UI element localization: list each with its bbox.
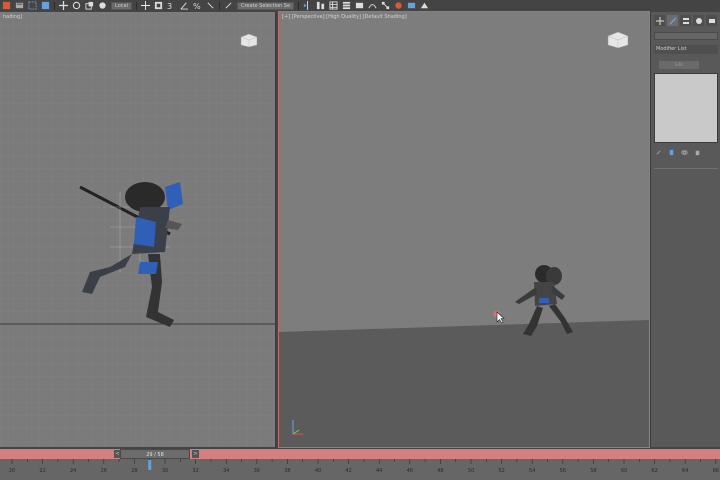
3ds-max-window: Local 3 % Create Selection Se hading] [+… <box>0 0 720 480</box>
modifier-list-dropdown[interactable]: Modifier List <box>654 45 718 54</box>
track-tick-label: 44 <box>376 468 382 474</box>
edit-named-selection-icon[interactable] <box>224 1 233 10</box>
track-tick-label: 48 <box>437 468 443 474</box>
left-viewport[interactable]: hading] <box>0 12 276 447</box>
viewport-scene <box>279 12 649 447</box>
snap-3d-icon[interactable]: 3 <box>167 1 176 10</box>
modifier-stack[interactable] <box>654 73 718 143</box>
edit-button[interactable]: Edit <box>659 61 699 69</box>
track-tick-label: 60 <box>621 468 627 474</box>
percent-snap-icon[interactable]: % <box>193 1 202 10</box>
viewcube-icon[interactable] <box>605 30 631 50</box>
rollout-divider <box>654 168 718 170</box>
perspective-viewport[interactable]: [+] [Perspective] [High Quality] [Defaul… <box>278 11 650 448</box>
viewport-label[interactable]: hading] <box>3 14 22 20</box>
layer-explorer-icon[interactable] <box>342 1 351 10</box>
svg-text:%: % <box>193 1 201 10</box>
time-slider[interactable]: < 29 / 58 > <box>0 449 720 459</box>
schematic-view-icon[interactable] <box>381 1 390 10</box>
time-slider-handle[interactable]: 29 / 58 <box>120 449 190 459</box>
track-bar-ruler: 20 22 24 26 28 30 32 34 36 38 40 42 44 46 48 50 52 54 56 58… <box>9 459 719 474</box>
command-panel-tabs <box>651 15 720 27</box>
angle-snap-icon[interactable] <box>180 1 189 10</box>
toolbar-separator <box>298 1 300 10</box>
track-bar[interactable]: 20 22 24 26 28 30 32 34 36 38 40 42 44 46 48 50 52 54 56 58… <box>0 459 720 480</box>
svg-text:3: 3 <box>167 1 172 10</box>
modify-tab[interactable] <box>667 15 678 26</box>
motion-tab[interactable] <box>693 15 704 26</box>
mirror-icon[interactable] <box>303 1 312 10</box>
current-frame-marker[interactable] <box>148 460 152 470</box>
character-model-side-view <box>79 182 183 327</box>
track-tick-label: 40 <box>315 468 321 474</box>
display-tab[interactable] <box>706 15 717 26</box>
select-manipulate-icon[interactable] <box>154 1 163 10</box>
track-tick-label: 34 <box>223 468 229 474</box>
track-tick-label: 24 <box>70 468 76 474</box>
axis-tripod-icon <box>292 420 303 435</box>
create-tab[interactable] <box>654 15 665 26</box>
window-crossing-icon[interactable] <box>41 1 50 10</box>
material-editor-icon[interactable] <box>394 1 403 10</box>
hierarchy-tab[interactable] <box>680 15 691 26</box>
character-model-perspective <box>515 265 573 336</box>
track-tick-label: 38 <box>284 468 290 474</box>
named-selection-sets-dropdown[interactable]: Create Selection Se <box>236 1 295 10</box>
track-tick-label: 28 <box>131 468 137 474</box>
scene-explorer-icon[interactable] <box>329 1 338 10</box>
track-tick-label: 62 <box>651 468 657 474</box>
toolbar-separator <box>54 1 55 10</box>
move-icon[interactable] <box>59 1 68 10</box>
viewcube-icon[interactable] <box>238 32 260 48</box>
rotate-icon[interactable] <box>72 1 81 10</box>
track-tick-label: 58 <box>590 468 596 474</box>
track-tick-label: 66 <box>713 468 719 474</box>
toolbar-separator <box>135 1 137 10</box>
select-icon[interactable] <box>2 1 11 10</box>
spinner-snap-icon[interactable] <box>206 1 215 10</box>
toolbar-separator <box>218 1 220 10</box>
make-unique-icon[interactable] <box>681 149 688 156</box>
track-tick-label: 42 <box>345 468 351 474</box>
track-tick-label: 56 <box>560 468 566 474</box>
track-tick-label: 36 <box>254 468 260 474</box>
track-tick-label: 50 <box>468 468 474 474</box>
track-tick-label: 46 <box>407 468 413 474</box>
placement-icon[interactable] <box>98 1 107 10</box>
modifier-stack-tools <box>655 147 719 157</box>
track-tick-label: 54 <box>529 468 535 474</box>
align-icon[interactable] <box>316 1 325 10</box>
track-tick-label: 30 <box>162 468 168 474</box>
region-select-icon[interactable] <box>28 1 37 10</box>
main-toolbar: Local 3 % Create Selection Se <box>0 0 720 11</box>
mouse-cursor-icon <box>493 310 505 324</box>
reference-coordinate-dropdown[interactable]: Local <box>111 1 132 10</box>
track-tick-label: 64 <box>682 468 688 474</box>
render-setup-icon[interactable] <box>407 1 416 10</box>
command-panel: Modifier List Edit <box>650 12 720 447</box>
track-tick-label: 22 <box>39 468 45 474</box>
track-tick-label: 20 <box>9 468 15 474</box>
remove-modifier-icon[interactable] <box>694 149 701 156</box>
track-tick-label: 32 <box>192 468 198 474</box>
track-tick-label: 26 <box>101 468 107 474</box>
select-by-name-icon[interactable] <box>15 1 24 10</box>
viewport-label[interactable]: [+] [Perspective] [High Quality] [Defaul… <box>282 14 407 20</box>
next-frame-button[interactable]: > <box>192 450 199 458</box>
show-end-result-icon[interactable] <box>668 149 675 156</box>
pin-stack-icon[interactable] <box>655 149 662 156</box>
pivot-icon[interactable] <box>140 1 150 10</box>
object-name-field[interactable] <box>654 32 718 40</box>
track-tick-label: 52 <box>498 468 504 474</box>
ribbon-icon[interactable] <box>355 1 364 10</box>
render-icon[interactable] <box>420 1 429 10</box>
curve-editor-icon[interactable] <box>368 1 377 10</box>
scale-icon[interactable] <box>85 1 94 10</box>
